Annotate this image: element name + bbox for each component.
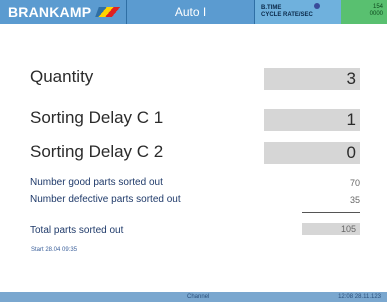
status-labels: B.TIME CYCLE RATE/SEC — [255, 5, 313, 19]
status-label-cycle: CYCLE RATE/SEC — [261, 12, 313, 18]
quantity-value[interactable]: 3 — [264, 68, 360, 90]
footer-bar: Channel 12:08 28.11.123 — [0, 292, 387, 302]
brand-logo: BRANKAMP — [0, 0, 127, 24]
footer-datetime: 12:08 28.11.123 — [338, 294, 381, 300]
status-values: 154 0000 — [341, 0, 387, 24]
status-value-time: 154 — [372, 4, 383, 10]
status-panel: B.TIME CYCLE RATE/SEC 154 0000 — [255, 0, 387, 24]
quantity-label: Quantity — [30, 67, 94, 86]
start-timestamp: Start 28.04 09:35 — [31, 247, 78, 253]
sum-divider — [302, 212, 360, 213]
logo-stripes-icon — [95, 7, 122, 17]
total-parts-value: 105 — [302, 223, 360, 235]
footer-channel: Channel — [187, 294, 210, 300]
brankamp-screen: BRANKAMP Auto I B.TIME CYCLE RATE/SEC 15… — [0, 0, 387, 302]
status-label-time: B.TIME — [261, 5, 282, 11]
total-parts-label: Total parts sorted out — [30, 225, 124, 236]
defective-parts-value: 35 — [349, 195, 360, 205]
sorting-delay-c2-label: Sorting Delay C 2 — [30, 142, 164, 161]
good-parts-label: Number good parts sorted out — [30, 177, 163, 188]
header-bar: BRANKAMP Auto I B.TIME CYCLE RATE/SEC 15… — [0, 0, 387, 24]
logo-text: BRANKAMP — [8, 4, 92, 20]
sorting-delay-c2-value[interactable]: 0 — [264, 142, 360, 164]
status-dot-icon — [314, 3, 320, 9]
sorting-delay-c1-value[interactable]: 1 — [264, 109, 360, 131]
good-parts-value: 70 — [349, 178, 360, 188]
mode-button[interactable]: Auto I — [127, 0, 255, 24]
status-value-cycle: 0000 — [369, 11, 383, 17]
sorting-delay-c1-label: Sorting Delay C 1 — [30, 108, 164, 127]
defective-parts-label: Number defective parts sorted out — [30, 194, 181, 205]
